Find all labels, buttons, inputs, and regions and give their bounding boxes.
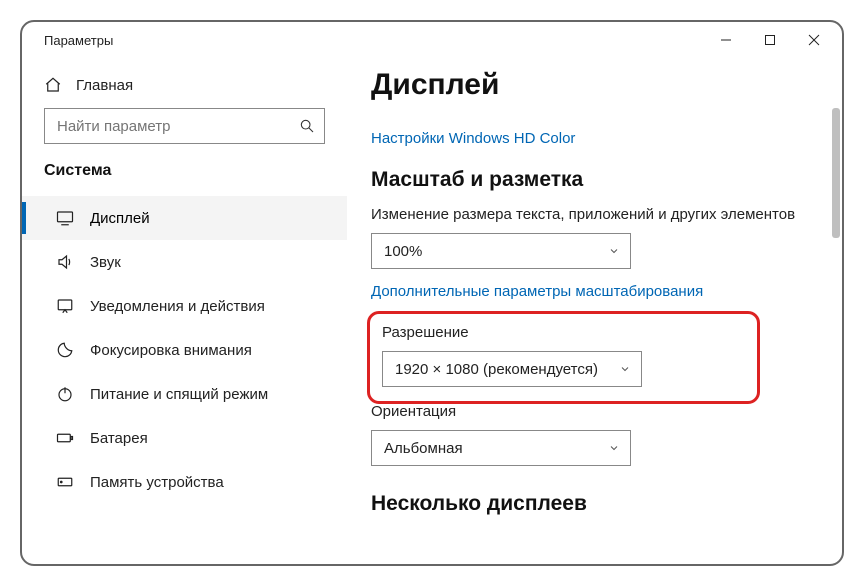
sidebar-section-label: Система xyxy=(22,162,347,192)
scale-label: Изменение размера текста, приложений и д… xyxy=(371,206,818,223)
sidebar-item-label: Фокусировка внимания xyxy=(90,342,252,359)
sidebar-item-battery[interactable]: Батарея xyxy=(22,416,347,460)
page-title: Дисплей xyxy=(371,68,818,102)
sidebar-item-storage[interactable]: Память устройства xyxy=(22,460,347,504)
power-icon xyxy=(56,385,74,403)
advanced-scale-link[interactable]: Дополнительные параметры масштабирования xyxy=(371,283,703,300)
sidebar-item-notifications[interactable]: Уведомления и действия xyxy=(22,284,347,328)
resolution-value: 1920 × 1080 (рекомендуется) xyxy=(395,361,598,378)
sidebar-item-label: Звук xyxy=(90,254,121,271)
home-icon xyxy=(44,76,62,94)
hd-color-link[interactable]: Настройки Windows HD Color xyxy=(371,130,575,147)
display-icon xyxy=(56,209,74,227)
resolution-dropdown[interactable]: 1920 × 1080 (рекомендуется) xyxy=(382,351,642,387)
home-label: Главная xyxy=(76,77,133,94)
search-input[interactable] xyxy=(44,108,325,144)
sidebar-item-display[interactable]: Дисплей xyxy=(22,196,347,240)
search-icon xyxy=(299,118,315,134)
orientation-value: Альбомная xyxy=(384,440,463,457)
chevron-down-icon xyxy=(608,245,620,257)
sidebar-item-label: Уведомления и действия xyxy=(90,298,265,315)
storage-icon xyxy=(56,473,74,491)
sidebar: Главная Система Дисплей xyxy=(22,58,347,564)
close-button[interactable] xyxy=(792,26,836,54)
main-panel: Дисплей Настройки Windows HD Color Масшт… xyxy=(347,58,842,564)
minimize-button[interactable] xyxy=(704,26,748,54)
orientation-dropdown[interactable]: Альбомная xyxy=(371,430,631,466)
focus-icon xyxy=(56,341,74,359)
sidebar-item-label: Память устройства xyxy=(90,474,224,491)
sound-icon xyxy=(56,253,74,271)
chevron-down-icon xyxy=(608,442,620,454)
window-title: Параметры xyxy=(44,33,704,48)
titlebar: Параметры xyxy=(22,22,842,58)
scale-heading: Масштаб и разметка xyxy=(371,168,818,192)
notifications-icon xyxy=(56,297,74,315)
sidebar-item-label: Питание и спящий режим xyxy=(90,386,268,403)
scale-dropdown[interactable]: 100% xyxy=(371,233,631,269)
battery-icon xyxy=(56,429,74,447)
scrollbar-thumb[interactable] xyxy=(832,108,840,238)
scale-value: 100% xyxy=(384,243,422,260)
orientation-label: Ориентация xyxy=(371,403,818,420)
highlight-box: Разрешение 1920 × 1080 (рекомендуется) xyxy=(367,311,760,404)
sidebar-item-focus[interactable]: Фокусировка внимания xyxy=(22,328,347,372)
home-link[interactable]: Главная xyxy=(22,68,347,108)
sidebar-item-label: Батарея xyxy=(90,430,148,447)
chevron-down-icon xyxy=(619,363,631,375)
sidebar-item-sound[interactable]: Звук xyxy=(22,240,347,284)
sidebar-item-label: Дисплей xyxy=(90,210,150,227)
scrollbar[interactable] xyxy=(828,58,842,564)
sidebar-item-power[interactable]: Питание и спящий режим xyxy=(22,372,347,416)
resolution-label: Разрешение xyxy=(382,324,745,341)
maximize-button[interactable] xyxy=(748,26,792,54)
multi-display-heading: Несколько дисплеев xyxy=(371,492,818,516)
